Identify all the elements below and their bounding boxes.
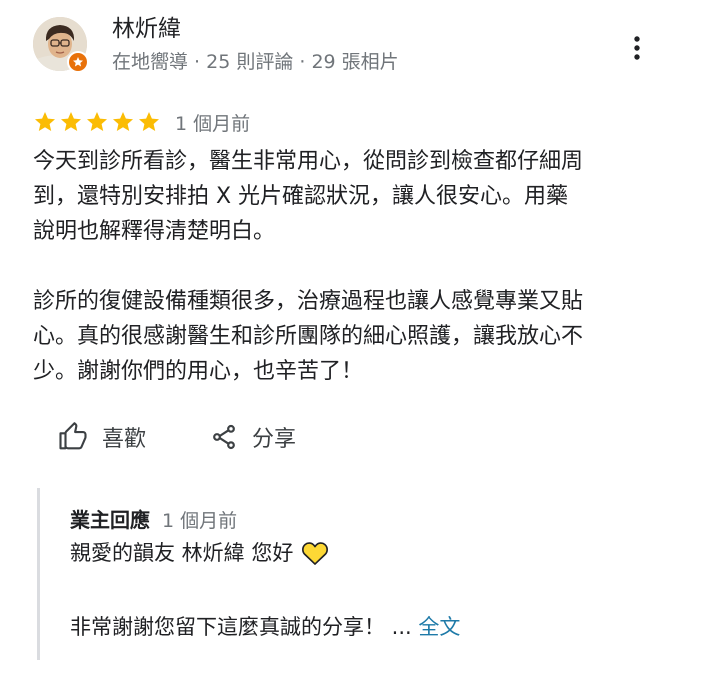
review-text: 今天到診所看診，醫生非常用心，從問診到檢查都仔細周 到，還特別安排拍 X 光片確認… [33, 144, 663, 389]
rating-row: 1 個月前 [33, 107, 250, 137]
local-guide-star-icon [69, 53, 87, 71]
like-button[interactable]: 喜歡 [58, 421, 146, 453]
share-icon [213, 424, 235, 450]
reply-greeting: 親愛的韻友 林炘緯 您好 [70, 538, 329, 568]
yellow-heart-icon [301, 540, 329, 566]
more-options-button[interactable] [621, 32, 653, 64]
review-line: 今天到診所看診，醫生非常用心，從問診到檢查都仔細周 [33, 149, 584, 174]
share-button[interactable]: 分享 [210, 421, 296, 453]
review-line: 診所的復健設備種類很多，治療過程也讓人感覺專業又貼 [33, 289, 584, 314]
author-meta: 在地嚮導 · 25 則評論 · 29 張相片 [112, 51, 399, 73]
owner-reply: 業主回應 1 個月前 親愛的韻友 林炘緯 您好 非常謝謝您留下這麼真誠的分享！ … [37, 488, 657, 660]
author-avatar[interactable] [33, 17, 89, 73]
share-label: 分享 [252, 427, 297, 452]
review-line: 少。謝謝你們的用心，也辛苦了！ [33, 359, 364, 384]
star-rating [33, 110, 161, 134]
thumb-up-icon [59, 422, 87, 450]
reply-time: 1 個月前 [162, 510, 238, 532]
more-vert-icon [634, 36, 640, 60]
star-icon [139, 112, 159, 131]
star-icon [87, 112, 107, 131]
review-line: 到，還特別安排拍 X 光片確認狀況，讓人很安心。用藥 [33, 184, 569, 209]
like-label: 喜歡 [102, 427, 147, 452]
review-actions: 喜歡 分享 [58, 420, 296, 454]
reply-header: 業主回應 1 個月前 [70, 504, 237, 533]
read-more-link[interactable]: 全文 [418, 615, 460, 639]
star-icon [35, 112, 55, 131]
reply-body: 非常謝謝您留下這麼真誠的分享！ ... 全文 [70, 612, 460, 642]
reply-body-text: 非常謝謝您留下這麼真誠的分享！ ... [70, 615, 419, 639]
review-paragraph: 今天到診所看診，醫生非常用心，從問診到檢查都仔細周 到，還特別安排拍 X 光片確認… [33, 144, 663, 249]
reply-owner-label: 業主回應 [70, 508, 150, 532]
reply-greeting-text: 親愛的韻友 林炘緯 您好 [70, 541, 294, 565]
review-line: 心。真的很感謝醫生和診所團隊的細心照護，讓我放心不 [33, 324, 584, 349]
star-icon [113, 112, 133, 131]
review-time: 1 個月前 [175, 112, 251, 135]
review-paragraph: 診所的復健設備種類很多，治療過程也讓人感覺專業又貼 心。真的很感謝醫生和診所團隊的… [33, 284, 663, 389]
author-name[interactable]: 林炘緯 [112, 14, 181, 44]
review-line: 說明也解釋得清楚明白。 [33, 219, 276, 244]
local-guide-badge [67, 51, 89, 73]
star-icon [61, 112, 81, 131]
